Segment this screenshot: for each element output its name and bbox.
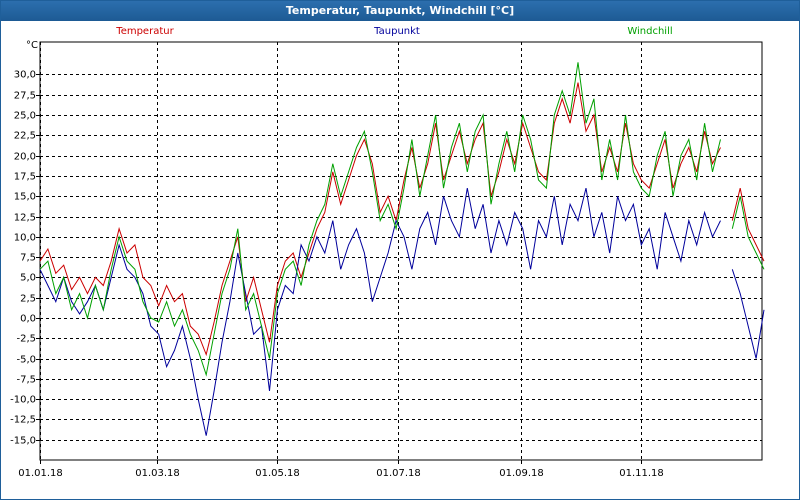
y-tick-label: 15,0 — [14, 192, 36, 203]
chart-legend: Temperatur Taupunkt Windchill — [115, 26, 672, 37]
y-tick-label: 17,5 — [14, 172, 36, 183]
y-tick-label: 5,0 — [20, 273, 36, 284]
y-tick-label: -2,5 — [16, 334, 36, 345]
x-axis-ticks: 01.01.18 01.03.18 01.05.18 01.07.18 01.09.18… — [18, 460, 664, 479]
legend-item-taupunkt: Taupunkt — [373, 26, 420, 37]
x-tick-label: 01.03.18 — [135, 468, 180, 479]
y-axis-ticks: -15,0 -12,5 -10,0 -7,5 -5,0 -2,5 0,0 2,5 5,0 7,5 1… — [10, 70, 40, 447]
y-tick-label: 25,0 — [14, 111, 36, 122]
legend-item-temperatur: Temperatur — [115, 26, 174, 37]
series-line-windchill — [39, 62, 765, 377]
series-line-taupunkt — [39, 187, 765, 436]
y-tick-label: 7,5 — [20, 253, 36, 264]
x-tick-label: 01.01.18 — [18, 468, 63, 479]
y-axis-unit: °C — [26, 40, 38, 51]
y-tick-label: 10,0 — [14, 233, 36, 244]
x-tick-label: 01.07.18 — [376, 468, 421, 479]
y-tick-label: -7,5 — [16, 375, 36, 386]
y-tick-label: -12,5 — [10, 415, 36, 426]
y-tick-label: 27,5 — [14, 91, 36, 102]
y-tick-label: 22,5 — [14, 131, 36, 142]
y-tick-label: 12,5 — [14, 213, 36, 224]
y-tick-label: -15,0 — [10, 436, 36, 447]
x-tick-label: 01.09.18 — [499, 468, 544, 479]
x-tick-label: 01.11.18 — [619, 468, 664, 479]
y-tick-label: 20,0 — [14, 152, 36, 163]
x-tick-label: 01.05.18 — [255, 468, 300, 479]
legend-item-windchill: Windchill — [627, 26, 672, 37]
y-tick-label: 30,0 — [14, 70, 36, 81]
y-tick-label: -5,0 — [16, 355, 36, 366]
y-tick-label: 0,0 — [20, 314, 36, 325]
y-tick-label: -10,0 — [10, 395, 36, 406]
y-tick-label: 2,5 — [20, 294, 36, 305]
chart-canvas: -15,0 -12,5 -10,0 -7,5 -5,0 -2,5 0,0 2,5 5,0 7,5 1… — [10, 26, 765, 479]
